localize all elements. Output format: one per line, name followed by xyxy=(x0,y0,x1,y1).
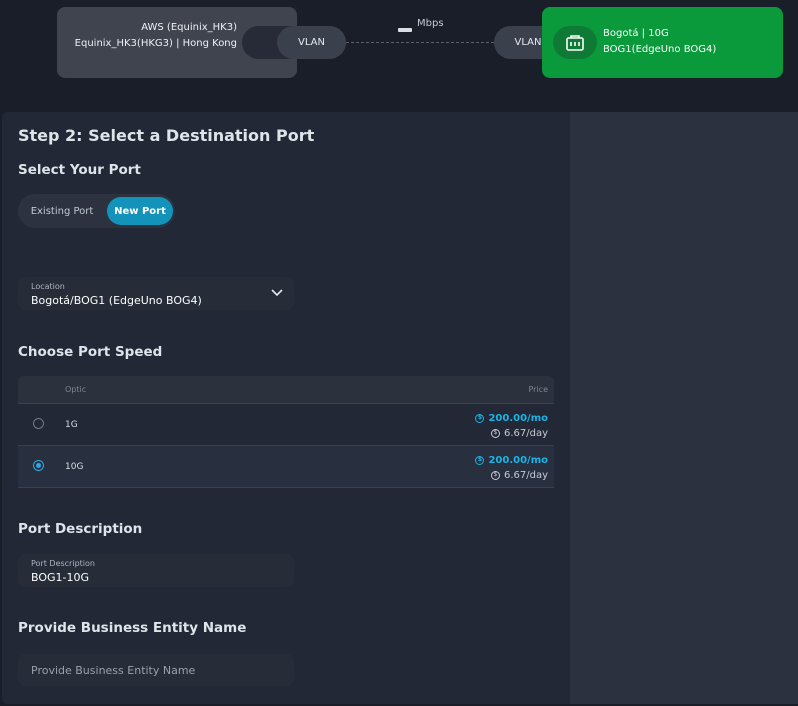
currency-icon: $ xyxy=(475,413,485,423)
table-row-1g[interactable]: 1G $200.00/mo $6.67/day xyxy=(18,404,554,446)
business-entity-input[interactable] xyxy=(31,654,281,686)
currency-icon: $ xyxy=(490,470,500,480)
business-entity-heading: Provide Business Entity Name xyxy=(18,620,247,636)
table-row-10g[interactable]: 10G $200.00/mo $6.67/day xyxy=(18,446,554,488)
price-1g: $200.00/mo $6.67/day xyxy=(475,411,548,440)
source-name: AWS (Equinix_HK3) xyxy=(141,22,237,33)
monthly-price: 200.00/mo xyxy=(488,412,548,424)
port-description-field[interactable]: Port Description BOG1-10G xyxy=(18,554,294,587)
step-title: Step 2: Select a Destination Port xyxy=(18,126,315,145)
monthly-price: 200.00/mo xyxy=(488,454,548,466)
chevron-down-icon[interactable] xyxy=(270,288,284,298)
optic-10g: 10G xyxy=(65,462,84,472)
port-type-toggle: Existing Port New Port xyxy=(18,194,175,228)
select-port-heading: Select Your Port xyxy=(18,162,141,178)
optic-1g: 1G xyxy=(65,420,78,430)
destination-info: Bogotá | 10G BOG1(EdgeUno BOG4) xyxy=(603,26,716,58)
connection-diagram: AWS (Equinix_HK3) Equinix_HK3(HKG3) | Ho… xyxy=(0,0,798,112)
currency-icon: $ xyxy=(490,428,500,438)
business-entity-field[interactable] xyxy=(18,654,294,686)
price-10g: $200.00/mo $6.67/day xyxy=(475,453,548,482)
destination-endpoint-pill xyxy=(553,26,597,59)
destination-name: Bogotá | 10G xyxy=(603,28,669,39)
connection-line xyxy=(346,42,494,43)
location-label: Location xyxy=(31,282,65,291)
bandwidth-value-bar[interactable] xyxy=(398,28,412,32)
currency-icon: $ xyxy=(475,455,485,465)
port-description-value[interactable]: BOG1-10G xyxy=(31,571,89,584)
column-optic: Optic xyxy=(65,385,87,394)
location-select[interactable]: Location Bogotá/BOG1 (EdgeUno BOG4) xyxy=(18,277,294,310)
vlan-left-button[interactable]: VLAN xyxy=(277,26,346,59)
source-location: Equinix_HK3(HKG3) | Hong Kong xyxy=(74,38,237,49)
port-description-heading: Port Description xyxy=(18,521,143,537)
bandwidth-unit: Mbps xyxy=(417,18,444,29)
source-info: AWS (Equinix_HK3) Equinix_HK3(HKG3) | Ho… xyxy=(57,20,237,52)
new-port-button[interactable]: New Port xyxy=(107,197,173,225)
summary-side-panel xyxy=(570,112,798,704)
existing-port-button[interactable]: Existing Port xyxy=(22,197,102,225)
table-header: Optic Price xyxy=(18,376,554,404)
port-description-label: Port Description xyxy=(31,559,95,568)
port-speed-heading: Choose Port Speed xyxy=(18,344,163,360)
location-value: Bogotá/BOG1 (EdgeUno BOG4) xyxy=(31,294,202,307)
daily-price: 6.67/day xyxy=(503,469,548,481)
port-speed-table: Optic Price 1G $200.00/mo $6.67/day 10G … xyxy=(18,376,554,488)
building-icon xyxy=(566,34,584,51)
daily-price: 6.67/day xyxy=(503,427,548,439)
radio-10g[interactable] xyxy=(33,460,44,471)
column-price: Price xyxy=(528,385,548,394)
destination-location: BOG1(EdgeUno BOG4) xyxy=(603,44,717,55)
radio-1g[interactable] xyxy=(33,418,44,429)
